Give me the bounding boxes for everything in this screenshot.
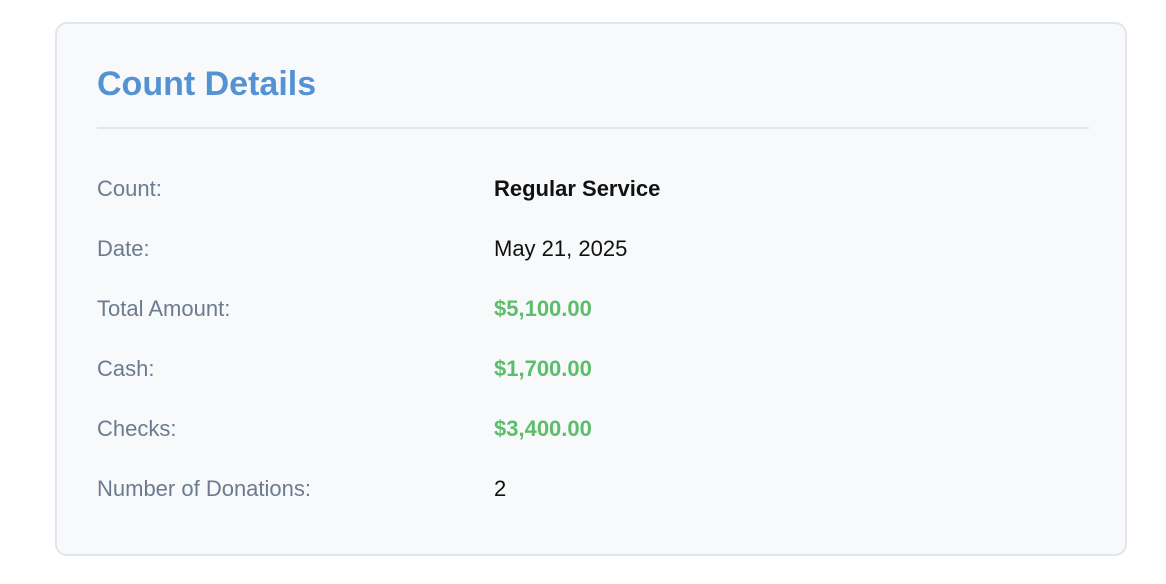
checks-label: Checks: (97, 416, 177, 441)
date-label: Date: (97, 236, 150, 261)
total-amount-label: Total Amount: (97, 296, 231, 321)
detail-row-count: Count: Regular Service (97, 174, 1089, 204)
number-of-donations-value: 2 (494, 476, 507, 501)
checks-value: $3,400.00 (494, 416, 592, 441)
count-value: Regular Service (494, 176, 661, 201)
number-of-donations-label: Number of Donations: (97, 476, 311, 501)
detail-row-number-of-donations: Number of Donations: 2 (97, 474, 1089, 504)
total-amount-value: $5,100.00 (494, 296, 592, 321)
detail-row-cash: Cash: $1,700.00 (97, 354, 1089, 384)
title-divider (97, 127, 1089, 129)
date-value: May 21, 2025 (494, 236, 628, 261)
cash-label: Cash: (97, 356, 155, 381)
card-title: Count Details (97, 65, 317, 103)
count-label: Count: (97, 176, 162, 201)
cash-value: $1,700.00 (494, 356, 592, 381)
detail-row-checks: Checks: $3,400.00 (97, 414, 1089, 444)
detail-row-total-amount: Total Amount: $5,100.00 (97, 294, 1089, 324)
detail-row-date: Date: May 21, 2025 (97, 234, 1089, 264)
count-details-card: Count Details Count: Regular Service Dat… (55, 22, 1127, 556)
